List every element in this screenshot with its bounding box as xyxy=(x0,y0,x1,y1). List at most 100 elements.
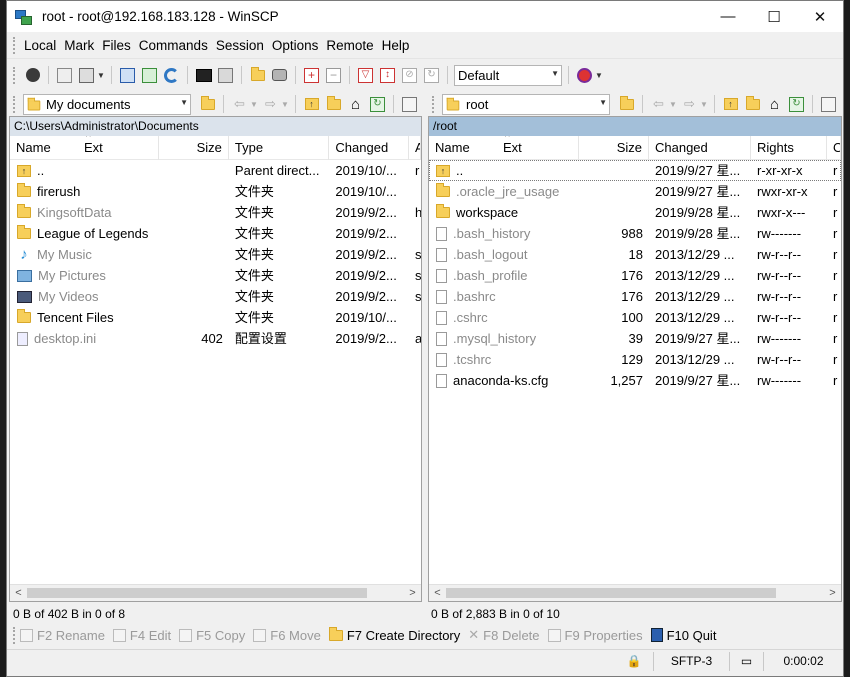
scroll-thumb[interactable] xyxy=(446,588,776,598)
local-file-row[interactable]: desktop.ini 402 配置设置 2019/9/2... a xyxy=(10,328,421,349)
menu-files[interactable]: Files xyxy=(98,38,135,53)
quit-command[interactable]: F10 Quit xyxy=(650,628,716,643)
remote-path[interactable]: /root xyxy=(429,117,841,136)
edit-command[interactable]: F4 Edit xyxy=(112,628,171,643)
parent-directory-icon[interactable]: ↑ xyxy=(721,95,740,114)
menu-commands[interactable]: Commands xyxy=(135,38,212,53)
chevron-down-icon[interactable]: ▼ xyxy=(551,69,559,78)
title-bar[interactable]: root - root@192.168.183.128 - WinSCP — ☐… xyxy=(7,1,843,32)
menu-options[interactable]: Options xyxy=(268,38,323,53)
open-directory-icon[interactable] xyxy=(198,95,217,114)
putty-icon[interactable] xyxy=(216,66,235,85)
local-path[interactable]: C:\Users\Administrator\Documents xyxy=(10,117,421,136)
copy-command[interactable]: F5 Copy xyxy=(179,628,245,643)
chevron-down-icon[interactable]: ▼ xyxy=(599,98,607,107)
menu-help[interactable]: Help xyxy=(378,38,414,53)
transfer-settings-icon[interactable] xyxy=(575,66,594,85)
delete-command[interactable]: ✕ F8 Delete xyxy=(468,627,539,643)
unselect-files-icon[interactable]: − xyxy=(324,66,343,85)
local-col-size[interactable]: Size xyxy=(159,136,229,160)
local-file-row[interactable]: Tencent Files 文件夹 2019/10/... xyxy=(10,307,421,328)
compare-directories-icon[interactable] xyxy=(55,66,74,85)
remote-file-row[interactable]: .cshrc 100 2013/12/29 ... rw-r--r-- r xyxy=(429,307,841,328)
select-files-icon[interactable]: + xyxy=(302,66,321,85)
tree-icon[interactable] xyxy=(819,95,838,114)
remote-horizontal-scrollbar[interactable]: < > xyxy=(429,584,841,601)
menu-mark[interactable]: Mark xyxy=(60,38,98,53)
preferences-gear-icon[interactable] xyxy=(23,66,42,85)
root-directory-icon[interactable] xyxy=(743,95,762,114)
remote-file-row[interactable]: .oracle_jre_usage 2019/9/27 星... rwxr-xr-x… xyxy=(429,181,841,202)
menu-session[interactable]: Session xyxy=(212,38,268,53)
forward-icon[interactable]: ⇨ xyxy=(261,95,280,114)
transfer-settings-combo[interactable]: Default ▼ xyxy=(454,64,562,86)
minimize-button[interactable]: — xyxy=(705,1,751,32)
open-directory-icon[interactable] xyxy=(617,95,636,114)
chevron-down-icon[interactable]: ▼ xyxy=(180,98,188,107)
scroll-right-icon[interactable]: > xyxy=(404,585,421,602)
remote-col-rights[interactable]: Rights xyxy=(751,136,827,160)
invert-selection-icon[interactable]: ↕ xyxy=(378,66,397,85)
chevron-down-icon[interactable]: ▼ xyxy=(97,71,105,80)
remote-file-row[interactable]: .mysql_history 39 2019/9/27 星... rw------- r xyxy=(429,328,841,349)
remote-panel[interactable]: /root Name^ Size Changed Rights O Ext ↑.… xyxy=(428,116,842,602)
root-directory-icon[interactable] xyxy=(324,95,343,114)
reload-icon[interactable]: ↻ xyxy=(422,66,441,85)
local-file-row[interactable]: My Pictures 文件夹 2019/9/2... s xyxy=(10,265,421,286)
local-location-combo[interactable]: My documents ▼ xyxy=(23,93,191,115)
menu-local[interactable]: Local xyxy=(20,38,60,53)
remote-col-changed[interactable]: Changed xyxy=(649,136,751,160)
local-file-row[interactable]: ↑.. Parent direct... 2019/10/... r xyxy=(10,160,421,181)
tree-icon[interactable] xyxy=(400,95,419,114)
remote-col-owner[interactable]: O xyxy=(827,136,841,160)
binoculars-icon[interactable] xyxy=(270,66,289,85)
back-icon[interactable]: ⇦ xyxy=(649,95,668,114)
local-file-row[interactable]: KingsoftData 文件夹 2019/9/2... h xyxy=(10,202,421,223)
find-files-icon[interactable] xyxy=(248,66,267,85)
local-file-row[interactable]: League of Legends 文件夹 2019/9/2... xyxy=(10,223,421,244)
clear-selection-icon[interactable]: ⊘ xyxy=(400,66,419,85)
filter-icon[interactable]: ▽ xyxy=(356,66,375,85)
local-col-attr[interactable]: A xyxy=(409,136,421,160)
scroll-left-icon[interactable]: < xyxy=(429,585,446,602)
parent-directory-icon[interactable]: ↑ xyxy=(302,95,321,114)
local-col-type[interactable]: Type xyxy=(229,136,330,160)
local-file-list[interactable]: Name^ Size Type Changed A Ext ↑.. Parent … xyxy=(10,136,421,583)
refresh-icon[interactable] xyxy=(162,66,181,85)
chevron-down-icon[interactable]: ▼ xyxy=(700,100,708,109)
back-icon[interactable]: ⇦ xyxy=(230,95,249,114)
remote-file-row[interactable]: anaconda-ks.cfg 1,257 2019/9/27 星... rw----… xyxy=(429,370,841,391)
remote-file-row[interactable]: .bashrc 176 2013/12/29 ... rw-r--r-- r xyxy=(429,286,841,307)
remote-file-row[interactable]: .tcshrc 129 2013/12/29 ... rw-r--r-- r xyxy=(429,349,841,370)
scroll-right-icon[interactable]: > xyxy=(824,585,841,602)
remote-file-row[interactable]: .bash_logout 18 2013/12/29 ... rw-r--r-- r xyxy=(429,244,841,265)
refresh-icon[interactable]: ↻ xyxy=(368,95,387,114)
remote-file-row[interactable]: .bash_history 988 2019/9/28 星... rw------- r xyxy=(429,223,841,244)
local-col-changed[interactable]: Changed xyxy=(329,136,410,160)
chevron-down-icon[interactable]: ▼ xyxy=(250,100,258,109)
refresh-icon[interactable]: ↻ xyxy=(787,95,806,114)
local-file-row[interactable]: firerush 文件夹 2019/10/... xyxy=(10,181,421,202)
scroll-left-icon[interactable]: < xyxy=(10,585,27,602)
local-horizontal-scrollbar[interactable]: < > xyxy=(10,584,421,601)
terminal-icon[interactable] xyxy=(194,66,213,85)
remote-col-size[interactable]: Size xyxy=(579,136,649,160)
properties-command[interactable]: F9 Properties xyxy=(547,628,643,643)
scroll-thumb[interactable] xyxy=(27,588,367,598)
remote-file-row[interactable]: workspace 2019/9/28 星... rwxr-x--- r xyxy=(429,202,841,223)
home-icon[interactable]: ⌂ xyxy=(765,95,784,114)
maximize-button[interactable]: ☐ xyxy=(751,1,797,32)
synchronize-icon[interactable] xyxy=(77,66,96,85)
keep-remote-up-to-date-icon[interactable] xyxy=(140,66,159,85)
forward-icon[interactable]: ⇨ xyxy=(680,95,699,114)
remote-col-ext[interactable]: Ext xyxy=(503,136,522,160)
local-file-row[interactable]: ♪ My Music 文件夹 2019/9/2... s xyxy=(10,244,421,265)
local-panel[interactable]: C:\Users\Administrator\Documents Name ^ S… xyxy=(9,116,422,602)
remote-file-list[interactable]: Name^ Size Changed Rights O Ext ↑.. 2019/… xyxy=(429,136,841,583)
chevron-down-icon[interactable]: ▼ xyxy=(669,100,677,109)
remote-file-row[interactable]: ↑.. 2019/9/27 星... r-xr-xr-x r xyxy=(429,160,841,181)
menu-remote[interactable]: Remote xyxy=(322,38,377,53)
home-icon[interactable]: ⌂ xyxy=(346,95,365,114)
local-col-ext[interactable]: Ext xyxy=(84,136,103,160)
chevron-down-icon[interactable]: ▼ xyxy=(281,100,289,109)
